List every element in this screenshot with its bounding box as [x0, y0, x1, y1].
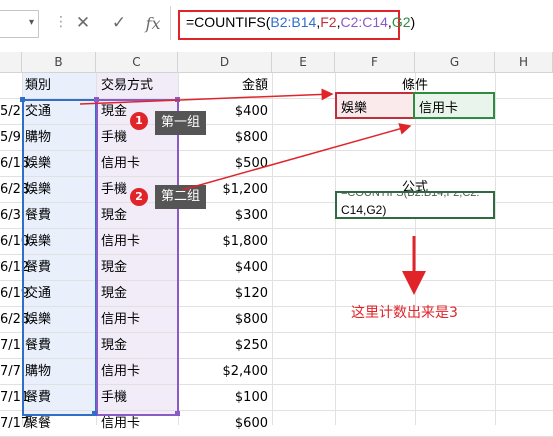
- result-note: 这里计数出来是3: [351, 305, 458, 321]
- annotation-arrows: [79, 88, 426, 295]
- arrow-to-g2: [181, 123, 412, 191]
- arrow-to-f2: [79, 88, 334, 105]
